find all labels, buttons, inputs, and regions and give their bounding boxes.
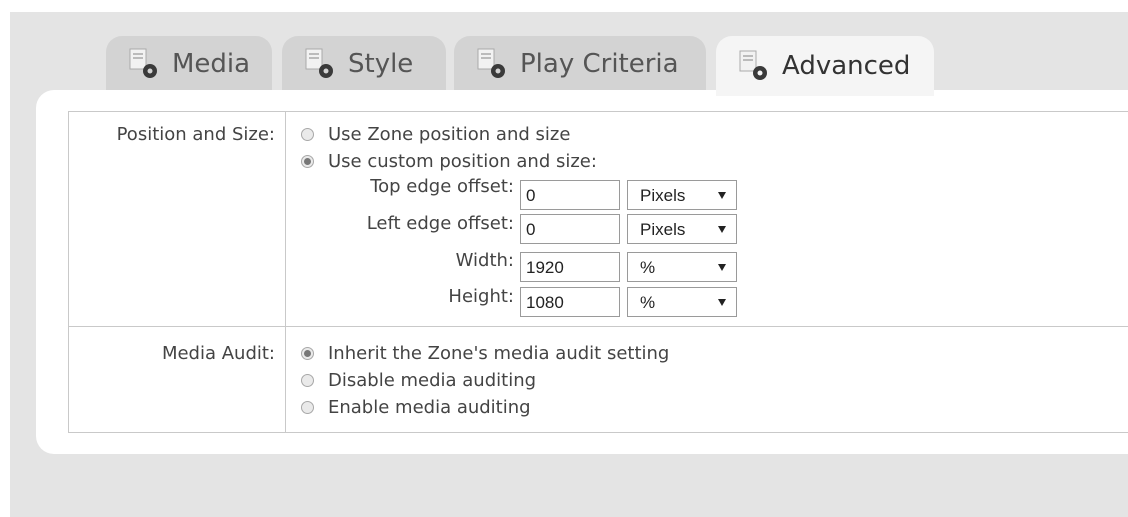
media-settings-icon [736, 49, 772, 83]
height-unit-select[interactable]: % [627, 287, 737, 317]
radio-label: Inherit the Zone's media audit setting [328, 343, 670, 364]
position-size-label: Position and Size: [116, 124, 275, 145]
left-edge-unit-select[interactable]: Pixels [627, 214, 737, 244]
height-label: Height: [448, 286, 514, 307]
radio-use-zone-position[interactable]: Use Zone position and size [301, 124, 570, 145]
radio-button[interactable] [301, 374, 314, 387]
chevron-down-icon [718, 226, 726, 233]
radio-label: Enable media auditing [328, 397, 531, 418]
media-settings-icon [474, 47, 510, 81]
media-settings-icon [126, 47, 162, 81]
media-settings-icon [302, 47, 338, 81]
select-value: Pixels [640, 186, 686, 205]
select-value: Pixels [640, 220, 686, 239]
top-edge-offset-label: Top edge offset: [370, 176, 514, 197]
left-edge-offset-label: Left edge offset: [366, 213, 514, 234]
tab-style[interactable]: Style [282, 36, 446, 92]
radio-button[interactable] [301, 128, 314, 141]
tab-advanced[interactable]: Advanced [716, 36, 934, 96]
tab-label: Advanced [782, 51, 911, 81]
radio-disable-audit[interactable]: Disable media auditing [301, 370, 536, 391]
radio-label: Use custom position and size: [328, 151, 597, 172]
select-value: % [640, 258, 656, 277]
left-edge-offset-input[interactable]: 0 [520, 214, 620, 244]
chevron-down-icon [718, 192, 726, 199]
radio-inherit-audit[interactable]: Inherit the Zone's media audit setting [301, 343, 669, 364]
tab-label: Style [348, 49, 414, 79]
width-label: Width: [455, 250, 514, 271]
width-unit-select[interactable]: % [627, 252, 737, 282]
top-edge-unit-select[interactable]: Pixels [627, 180, 737, 210]
tab-label: Media [172, 49, 251, 79]
radio-enable-audit[interactable]: Enable media auditing [301, 397, 531, 418]
column-divider [285, 111, 286, 433]
radio-label: Disable media auditing [328, 370, 537, 391]
media-audit-label: Media Audit: [161, 343, 275, 364]
radio-label: Use Zone position and size [328, 124, 571, 145]
height-input[interactable]: 1080 [520, 287, 620, 317]
select-value: % [640, 293, 656, 312]
radio-button[interactable] [301, 401, 314, 414]
tab-label: Play Criteria [520, 49, 679, 79]
radio-button[interactable] [301, 347, 314, 360]
width-input[interactable]: 1920 [520, 252, 620, 282]
tab-play-criteria[interactable]: Play Criteria [454, 36, 706, 92]
top-edge-offset-input[interactable]: 0 [520, 180, 620, 210]
chevron-down-icon [718, 299, 726, 306]
chevron-down-icon [718, 264, 726, 271]
row-divider [68, 326, 1128, 327]
radio-use-custom-position[interactable]: Use custom position and size: [301, 151, 597, 172]
tab-media[interactable]: Media [106, 36, 272, 92]
radio-button[interactable] [301, 155, 314, 168]
